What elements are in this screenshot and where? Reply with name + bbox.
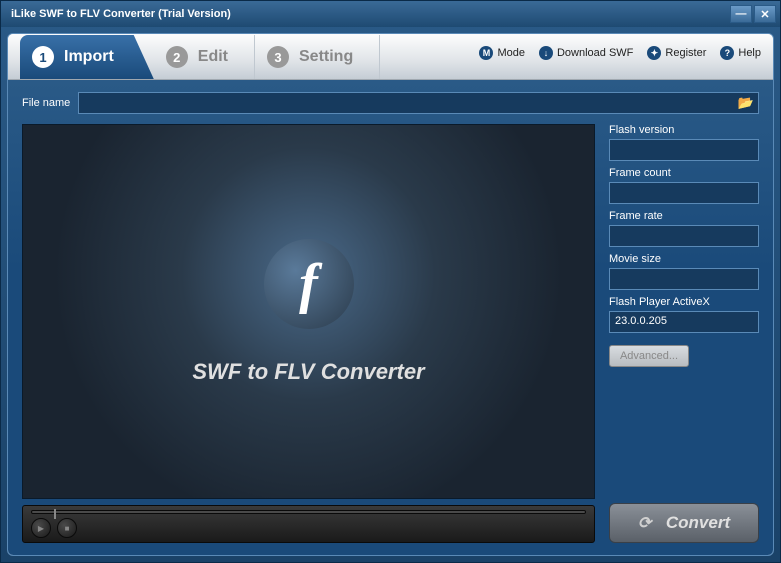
- activex-label: Flash Player ActiveX: [609, 296, 759, 308]
- toolbar-right: M Mode ↓ Download SWF ✦ Register ? Help: [479, 46, 761, 60]
- frame-rate-field: [609, 225, 759, 247]
- tab-num-icon: 3: [267, 46, 289, 68]
- mode-button[interactable]: M Mode: [479, 46, 525, 60]
- filename-row: File name 📂: [22, 92, 759, 114]
- activex-group: Flash Player ActiveX 23.0.0.205: [609, 296, 759, 333]
- tab-import[interactable]: 1 Import: [20, 35, 154, 79]
- advanced-button[interactable]: Advanced...: [609, 345, 689, 367]
- window-title: iLike SWF to FLV Converter (Trial Versio…: [11, 8, 231, 20]
- key-icon: ✦: [647, 46, 661, 60]
- activex-field: 23.0.0.205: [609, 311, 759, 333]
- mode-icon: M: [479, 46, 493, 60]
- frame-rate-label: Frame rate: [609, 210, 759, 222]
- play-button[interactable]: ▶: [31, 518, 51, 538]
- window-controls: — ✕: [730, 5, 776, 23]
- browse-folder-icon[interactable]: 📂: [738, 95, 754, 111]
- frame-rate-group: Frame rate: [609, 210, 759, 247]
- help-button[interactable]: ? Help: [720, 46, 761, 60]
- flash-logo-icon: f: [264, 239, 354, 329]
- preview-area: f SWF to FLV Converter: [22, 124, 595, 499]
- titlebar: iLike SWF to FLV Converter (Trial Versio…: [1, 1, 780, 27]
- register-button[interactable]: ✦ Register: [647, 46, 706, 60]
- movie-size-field: [609, 268, 759, 290]
- filename-label: File name: [22, 97, 70, 109]
- content-panel: 1 Import 2 Edit 3 Setting M Mode ↓ Downl…: [7, 33, 774, 556]
- preview-column: f SWF to FLV Converter ▶ ■: [22, 124, 595, 543]
- download-swf-button[interactable]: ↓ Download SWF: [539, 46, 633, 60]
- main-row: f SWF to FLV Converter ▶ ■: [22, 124, 759, 543]
- frame-count-field: [609, 182, 759, 204]
- flash-version-field: [609, 139, 759, 161]
- flash-version-group: Flash version: [609, 124, 759, 161]
- tab-setting[interactable]: 3 Setting: [255, 35, 380, 79]
- tab-num-icon: 1: [32, 46, 54, 68]
- tool-label: Mode: [497, 47, 525, 59]
- frame-count-label: Frame count: [609, 167, 759, 179]
- player-bar: ▶ ■: [22, 505, 595, 543]
- minimize-button[interactable]: —: [730, 5, 752, 23]
- tool-label: Download SWF: [557, 47, 633, 59]
- body-area: File name 📂 f SWF to FLV Converter: [8, 80, 773, 555]
- convert-icon: ⟳: [638, 513, 658, 533]
- movie-size-label: Movie size: [609, 253, 759, 265]
- tab-edit[interactable]: 2 Edit: [154, 35, 255, 79]
- app-window: iLike SWF to FLV Converter (Trial Versio…: [0, 0, 781, 563]
- stop-button[interactable]: ■: [57, 518, 77, 538]
- convert-label: Convert: [666, 513, 730, 533]
- tab-label: Setting: [299, 48, 353, 66]
- flash-version-label: Flash version: [609, 124, 759, 136]
- convert-button[interactable]: ⟳ Convert: [609, 503, 759, 543]
- tool-label: Register: [665, 47, 706, 59]
- tab-label: Import: [64, 48, 114, 66]
- tool-label: Help: [738, 47, 761, 59]
- seek-handle-icon[interactable]: [54, 509, 56, 519]
- filename-input[interactable]: 📂: [78, 92, 759, 114]
- tabbar: 1 Import 2 Edit 3 Setting M Mode ↓ Downl…: [8, 34, 773, 80]
- help-icon: ?: [720, 46, 734, 60]
- info-column: Flash version Frame count Frame rate Mov…: [609, 124, 759, 543]
- flash-f-letter: f: [299, 252, 318, 316]
- movie-size-group: Movie size: [609, 253, 759, 290]
- seek-slider[interactable]: [31, 510, 586, 514]
- frame-count-group: Frame count: [609, 167, 759, 204]
- preview-title: SWF to FLV Converter: [192, 359, 424, 385]
- tab-label: Edit: [198, 48, 228, 66]
- close-button[interactable]: ✕: [754, 5, 776, 23]
- player-controls: ▶ ■: [31, 518, 586, 538]
- download-icon: ↓: [539, 46, 553, 60]
- tab-num-icon: 2: [166, 46, 188, 68]
